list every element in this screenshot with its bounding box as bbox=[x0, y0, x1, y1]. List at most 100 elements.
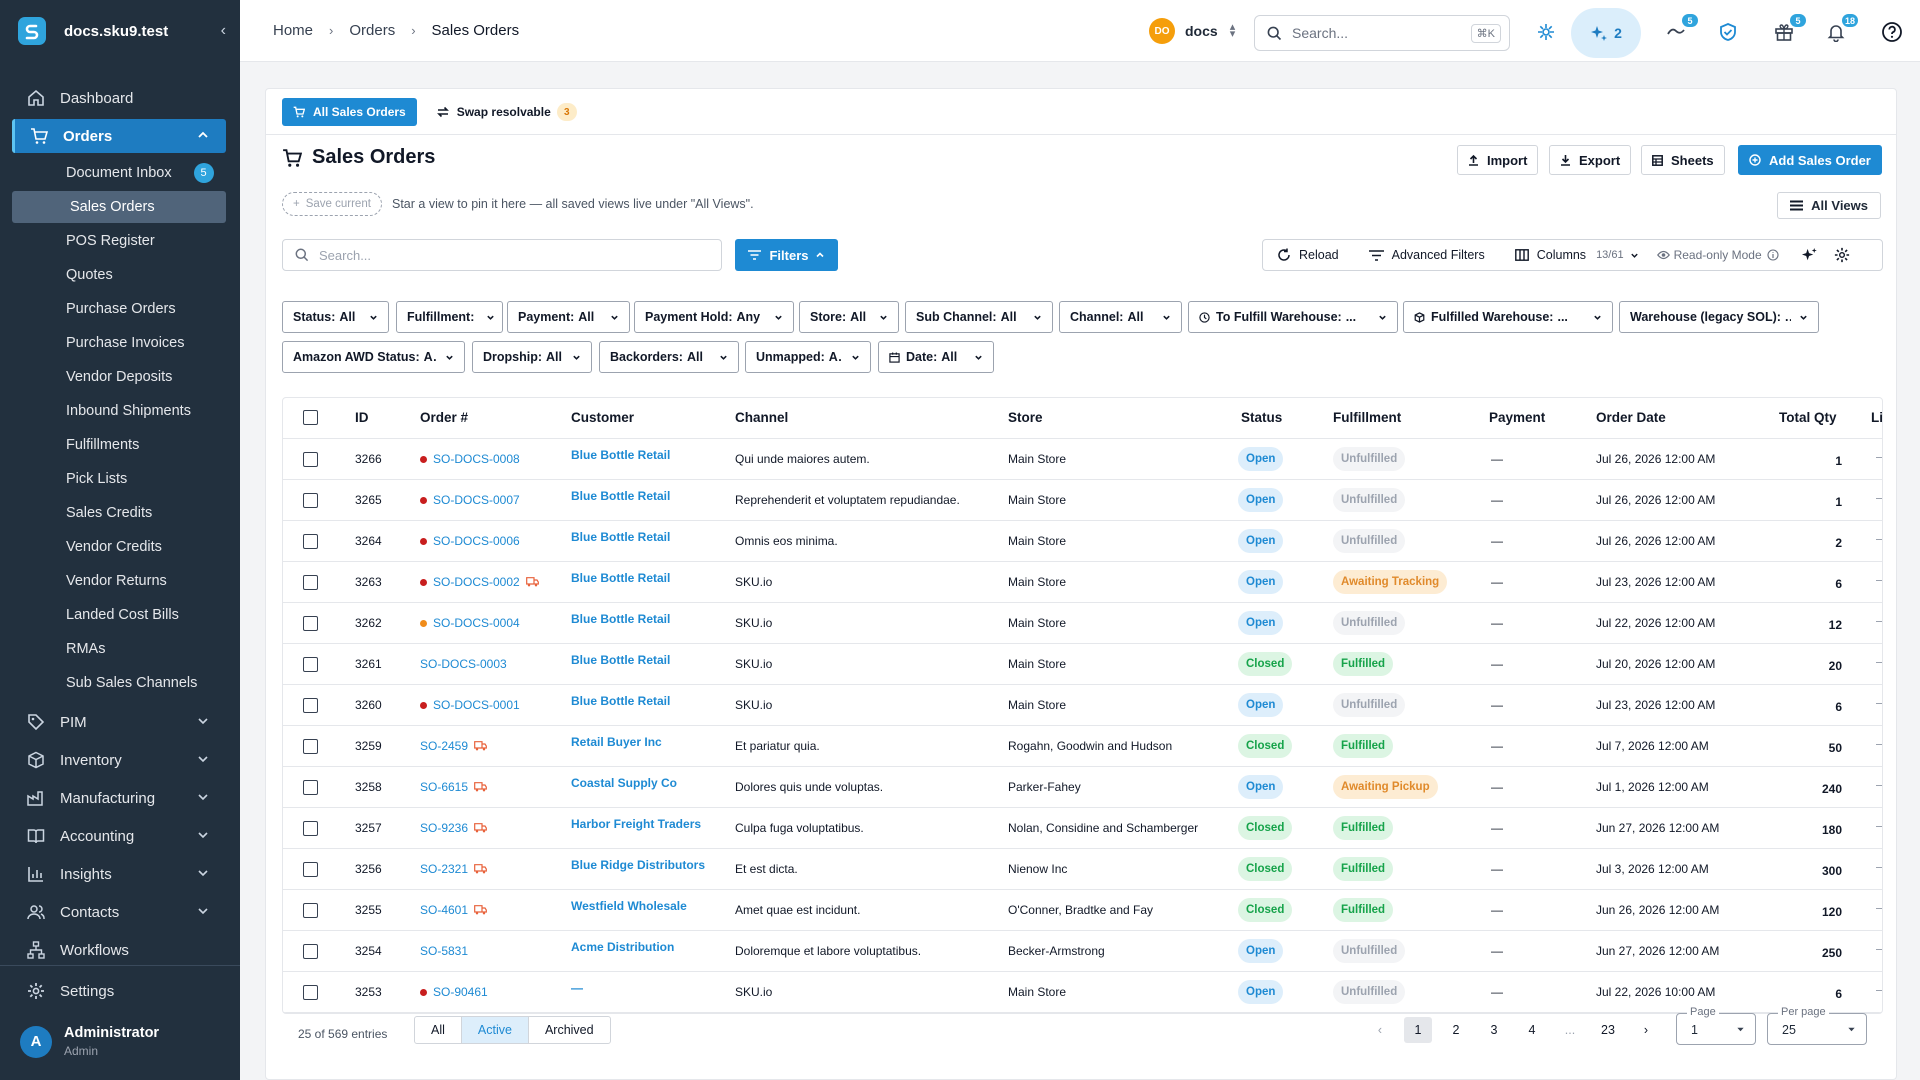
customer-link[interactable]: Blue Bottle Retail bbox=[571, 489, 670, 503]
order-link[interactable]: SO-4601 bbox=[420, 903, 487, 917]
filter-chip[interactable]: Channel: All bbox=[1059, 301, 1182, 333]
column-header-payment[interactable]: Payment bbox=[1489, 410, 1545, 425]
order-link[interactable]: SO-DOCS-0008 bbox=[420, 452, 520, 466]
table-row[interactable]: 3254 SO-5831 Acme Distribution Doloremque e… bbox=[283, 931, 1882, 972]
sidebar-sub-sub-sales-channels[interactable]: Sub Sales Channels bbox=[12, 667, 226, 699]
customer-link[interactable]: Blue Bottle Retail bbox=[571, 612, 670, 626]
filter-chip[interactable]: Fulfillment:All bbox=[396, 301, 503, 333]
next-page-icon[interactable]: › bbox=[1632, 1017, 1660, 1043]
table-row[interactable]: 3260 SO-DOCS-0001 Blue Bottle Retail SKU.io… bbox=[283, 685, 1882, 726]
column-header-line-items[interactable]: Li bbox=[1871, 410, 1882, 425]
row-checkbox[interactable] bbox=[303, 534, 318, 549]
customer-link[interactable]: Retail Buyer Inc bbox=[571, 735, 662, 749]
table-row[interactable]: 3253 SO-90461 — SKU.io Main Store Open Unfulfi… bbox=[283, 972, 1882, 1013]
row-checkbox[interactable] bbox=[303, 821, 318, 836]
table-row[interactable]: 3262 SO-DOCS-0004 Blue Bottle Retail SKU.io… bbox=[283, 603, 1882, 644]
filter-chip[interactable]: Status: All bbox=[282, 301, 389, 333]
order-link[interactable]: SO-2459 bbox=[420, 739, 487, 753]
breadcrumb-orders[interactable]: Orders bbox=[349, 22, 395, 39]
row-checkbox[interactable] bbox=[303, 575, 318, 590]
filter-chip[interactable]: Fulfilled Warehouse:... bbox=[1403, 301, 1613, 333]
help-icon[interactable] bbox=[1880, 20, 1904, 44]
table-search-input[interactable] bbox=[319, 247, 699, 263]
user-menu[interactable]: A Administrator Admin bbox=[20, 1025, 159, 1058]
sidebar-sub-landed-cost-bills[interactable]: Landed Cost Bills bbox=[12, 599, 226, 631]
ai-sparkle-icon[interactable] bbox=[1801, 247, 1818, 264]
global-search[interactable]: Search... ⌘K bbox=[1254, 15, 1510, 51]
table-settings-icon[interactable] bbox=[1834, 247, 1850, 263]
customer-link[interactable]: Blue Bottle Retail bbox=[571, 571, 670, 585]
sidebar-item-inventory[interactable]: Inventory bbox=[12, 743, 226, 777]
export-button[interactable]: Export bbox=[1549, 145, 1632, 175]
sidebar-sub-vendor-credits[interactable]: Vendor Credits bbox=[12, 531, 226, 563]
sidebar-sub-purchase-invoices[interactable]: Purchase Invoices bbox=[12, 327, 226, 359]
order-link[interactable]: SO-2321 bbox=[420, 862, 487, 876]
column-header-total-qty[interactable]: Total Qty bbox=[1779, 410, 1837, 425]
page-select[interactable]: Page 1 bbox=[1676, 1006, 1756, 1045]
row-checkbox[interactable] bbox=[303, 657, 318, 672]
tab-all-sales-orders[interactable]: All Sales Orders bbox=[282, 98, 417, 126]
activity-icon[interactable]: 5 bbox=[1664, 14, 1698, 44]
sidebar-sub-sales-credits[interactable]: Sales Credits bbox=[12, 497, 226, 529]
filter-chip[interactable]: Payment Hold: Any bbox=[634, 301, 794, 333]
sidebar-item-orders[interactable]: Orders bbox=[12, 119, 226, 153]
gift-icon[interactable]: 5 bbox=[1772, 14, 1806, 44]
tab-swap-resolvable[interactable]: Swap resolvable 3 bbox=[431, 98, 583, 126]
column-header-order[interactable]: Order # bbox=[420, 410, 468, 425]
sidebar-sub-pick-lists[interactable]: Pick Lists bbox=[12, 463, 226, 495]
column-header-store[interactable]: Store bbox=[1008, 410, 1043, 425]
sidebar-sub-vendor-deposits[interactable]: Vendor Deposits bbox=[12, 361, 226, 393]
table-row[interactable]: 3266 SO-DOCS-0008 Blue Bottle Retail Qui un… bbox=[283, 439, 1882, 480]
page-2[interactable]: 2 bbox=[1442, 1017, 1470, 1043]
column-header-status[interactable]: Status bbox=[1241, 410, 1282, 425]
bell-icon[interactable]: 18 bbox=[1824, 14, 1858, 44]
sidebar-sub-vendor-returns[interactable]: Vendor Returns bbox=[12, 565, 226, 597]
customer-link[interactable]: Blue Bottle Retail bbox=[571, 694, 670, 708]
select-all-checkbox[interactable] bbox=[303, 410, 318, 425]
sidebar-sub-pos-register[interactable]: POS Register bbox=[12, 225, 226, 257]
customer-link[interactable]: Blue Ridge Distributors bbox=[571, 858, 705, 872]
order-link[interactable]: SO-DOCS-0002 bbox=[420, 575, 539, 589]
sidebar-item-workflows[interactable]: Workflows bbox=[12, 933, 226, 967]
save-current-view-button[interactable]: + Save current bbox=[282, 192, 382, 216]
order-link[interactable]: SO-DOCS-0004 bbox=[420, 616, 520, 630]
sidebar-sub-purchase-orders[interactable]: Purchase Orders bbox=[12, 293, 226, 325]
column-header-customer[interactable]: Customer bbox=[571, 410, 634, 425]
order-link[interactable]: SO-9236 bbox=[420, 821, 487, 835]
filter-chip[interactable]: Amazon AWD Status:All bbox=[282, 341, 465, 373]
row-checkbox[interactable] bbox=[303, 452, 318, 467]
sidebar-item-pim[interactable]: PIM bbox=[12, 705, 226, 739]
breadcrumb-home[interactable]: Home bbox=[273, 22, 313, 39]
filter-chip[interactable]: To Fulfill Warehouse:... bbox=[1188, 301, 1398, 333]
column-header-id[interactable]: ID bbox=[355, 410, 369, 425]
segment-all[interactable]: All bbox=[415, 1017, 461, 1043]
row-checkbox[interactable] bbox=[303, 698, 318, 713]
row-checkbox[interactable] bbox=[303, 493, 318, 508]
page-4[interactable]: 4 bbox=[1518, 1017, 1546, 1043]
row-checkbox[interactable] bbox=[303, 616, 318, 631]
order-link[interactable]: SO-DOCS-0003 bbox=[420, 657, 507, 671]
read-only-toggle[interactable]: Read-only Mode bbox=[1656, 248, 1779, 262]
shield-icon[interactable] bbox=[1716, 20, 1740, 44]
table-row[interactable]: 3264 SO-DOCS-0006 Blue Bottle Retail Omnis … bbox=[283, 521, 1882, 562]
import-button[interactable]: Import bbox=[1457, 145, 1539, 175]
row-checkbox[interactable] bbox=[303, 903, 318, 918]
per-page-select[interactable]: Per page 25 bbox=[1767, 1006, 1867, 1045]
table-row[interactable]: 3263 SO-DOCS-0002 Blue Bottle Retail SKU.io… bbox=[283, 562, 1882, 603]
filter-chip[interactable]: Payment: All bbox=[507, 301, 630, 333]
workspace-switcher[interactable]: docs.sku9.test ‹ bbox=[18, 17, 226, 45]
customer-link[interactable]: Harbor Freight Traders bbox=[571, 817, 701, 831]
sidebar-sub-quotes[interactable]: Quotes bbox=[12, 259, 226, 291]
sidebar-item-manufacturing[interactable]: Manufacturing bbox=[12, 781, 226, 815]
table-search[interactable] bbox=[282, 239, 722, 271]
integrations-icon[interactable] bbox=[1534, 20, 1558, 44]
page-3[interactable]: 3 bbox=[1480, 1017, 1508, 1043]
customer-link[interactable]: Blue Bottle Retail bbox=[571, 448, 670, 462]
sidebar-sub-inbound-shipments[interactable]: Inbound Shipments bbox=[12, 395, 226, 427]
segment-archived[interactable]: Archived bbox=[529, 1017, 610, 1043]
order-link[interactable]: SO-6615 bbox=[420, 780, 487, 794]
table-row[interactable]: 3259 SO-2459 Retail Buyer Inc Et pariatur q… bbox=[283, 726, 1882, 767]
prev-page-icon[interactable]: ‹ bbox=[1366, 1017, 1394, 1043]
table-row[interactable]: 3265 SO-DOCS-0007 Blue Bottle Retail Repreh… bbox=[283, 480, 1882, 521]
row-checkbox[interactable] bbox=[303, 985, 318, 1000]
